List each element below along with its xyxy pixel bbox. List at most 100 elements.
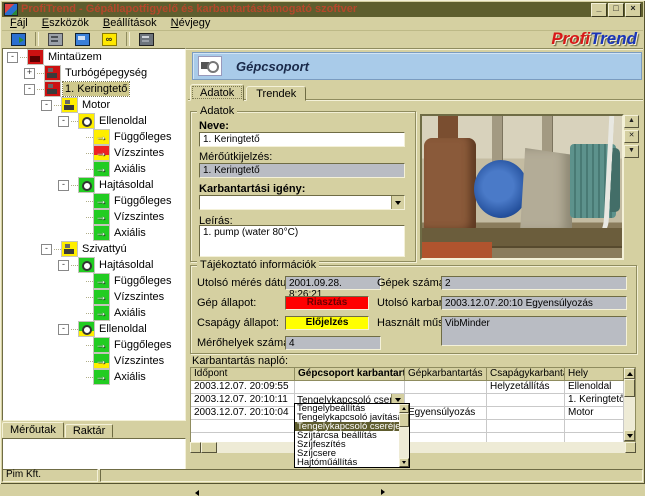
tree-node-axi-lis[interactable]: Axiális <box>3 161 185 177</box>
photo-image-button[interactable]: ✕ <box>624 130 639 143</box>
photo-down-button[interactable]: ▼ <box>624 145 639 158</box>
toolbar-exit-button[interactable] <box>7 31 29 47</box>
vertical-scroll-thumb[interactable] <box>624 379 635 397</box>
expand-icon[interactable]: + <box>24 68 35 79</box>
scroll-down-icon[interactable] <box>624 430 635 441</box>
menu-item-fájl[interactable]: Fájl <box>4 17 34 30</box>
scroll-up-icon[interactable] <box>399 404 409 413</box>
scroll-left-icon[interactable] <box>190 442 201 453</box>
horizontal-scroll-thumb[interactable] <box>201 442 217 453</box>
log-cell[interactable]: Egyensúlyozás <box>405 407 487 420</box>
log-cell[interactable]: Ellenoldal <box>565 381 624 394</box>
maximize-button[interactable]: □ <box>608 3 624 17</box>
close-button[interactable]: × <box>625 3 641 17</box>
collapse-icon[interactable]: - <box>24 84 35 95</box>
info-label: Csapágy állapot: <box>197 317 279 329</box>
log-cell[interactable]: 1. Keringtető <box>565 394 624 407</box>
dropdown-option[interactable]: Szíjtárcsa beállítás <box>295 431 399 440</box>
toolbar-instrument-button[interactable] <box>44 31 66 47</box>
tree-node-v-zszintes[interactable]: Vízszintes <box>3 289 185 305</box>
photo-up-button[interactable]: ▲ <box>624 115 639 128</box>
tree-node-turb-g-pegys-g[interactable]: +Turbógépegység <box>3 65 185 81</box>
log-cell[interactable] <box>405 381 487 394</box>
machine-tree[interactable]: -Mintaüzem+Turbógépegység-1. Keringtető-… <box>2 48 186 421</box>
maintenance-need-dropdown-icon[interactable] <box>391 196 404 209</box>
tab-trendek[interactable]: Trendek <box>246 86 306 101</box>
dropdown-option[interactable]: Szíjcsere <box>295 449 399 458</box>
toolbar-inspection-button[interactable]: ∞ <box>98 31 120 47</box>
tab-mérőutak[interactable]: Mérőutak <box>2 422 64 438</box>
log-row[interactable]: 2003.12.07. 20:10:11Tengelykapcsoló cser… <box>191 394 635 407</box>
table-horizontal-scrollbar[interactable] <box>190 442 636 453</box>
tab-adatok[interactable]: Adatok <box>190 84 244 101</box>
toolbar-calculator-button[interactable] <box>135 31 157 47</box>
tree-node-1-keringtet-[interactable]: -1. Keringtető <box>3 81 185 97</box>
tree-node-axi-lis[interactable]: Axiális <box>3 225 185 241</box>
collapse-icon[interactable]: - <box>7 52 18 63</box>
table-vertical-scrollbar[interactable] <box>624 368 635 441</box>
name-input[interactable] <box>199 132 405 147</box>
tree-node-v-zszintes[interactable]: Vízszintes <box>3 353 185 369</box>
tree-connector <box>71 329 78 330</box>
log-cell[interactable] <box>295 381 405 394</box>
scroll-down-icon[interactable] <box>399 458 409 467</box>
log-row[interactable]: 2003.12.07. 20:10:04 Egyensúlyozás Motor <box>191 407 635 420</box>
tree-node-hajt-soldal[interactable]: - Hajtásoldal <box>3 257 185 273</box>
scroll-up-icon[interactable] <box>624 368 635 379</box>
log-cell[interactable]: 2003.12.07. 20:09:55 <box>191 381 295 394</box>
description-textarea[interactable]: 1. pump (water 80°C) <box>199 225 405 257</box>
tree-connector <box>54 249 61 250</box>
dropdown-option[interactable]: Hajtóműállítás <box>295 458 399 467</box>
dropdown-option[interactable]: Tengelykapcsoló cseréje <box>295 422 399 431</box>
collapse-icon[interactable]: - <box>58 116 69 127</box>
maintenance-need-combo[interactable] <box>199 195 405 210</box>
tree-node-f-gg-leges[interactable]: Függőleges <box>3 337 185 353</box>
tree-node-f-gg-leges[interactable]: Függőleges <box>3 129 185 145</box>
tree-node-axi-lis[interactable]: Axiális <box>3 369 185 385</box>
tree-node-label: Vízszintes <box>112 146 166 160</box>
tree-node-motor[interactable]: -Motor <box>3 97 185 113</box>
tree-node-minta-zem[interactable]: -Mintaüzem <box>3 49 185 65</box>
dropdown-scrollbar[interactable] <box>399 404 409 467</box>
tree-node-f-gg-leges[interactable]: Függőleges <box>3 273 185 289</box>
tree-node-v-zszintes[interactable]: Vízszintes <box>3 145 185 161</box>
collapse-icon[interactable]: - <box>41 244 52 255</box>
collapse-icon[interactable]: - <box>58 180 69 191</box>
photo-background-pipe <box>542 116 552 156</box>
scroll-right-icon[interactable] <box>625 442 636 453</box>
toolbar-database-button[interactable] <box>71 31 93 47</box>
collapse-icon[interactable]: - <box>58 260 69 271</box>
log-cell[interactable] <box>487 394 565 407</box>
log-cell[interactable]: 2003.12.07. 20:10:04 <box>191 407 295 420</box>
tree-node-f-gg-leges[interactable]: Függőleges <box>3 193 185 209</box>
tree-node-v-zszintes[interactable]: Vízszintes <box>3 209 185 225</box>
menu-item-eszközök[interactable]: Eszközök <box>36 17 95 30</box>
tree-node-ellenoldal[interactable]: -Ellenoldal <box>3 321 185 337</box>
measurement-route-list[interactable] <box>2 438 186 470</box>
collapse-icon[interactable]: - <box>41 100 52 111</box>
tree-node-szivatty-[interactable]: -Szivattyú <box>3 241 185 257</box>
dropdown-option[interactable]: Tengelybeállítás <box>295 404 399 413</box>
dropdown-option[interactable]: Szíjfeszítés <box>295 440 399 449</box>
dropdown-scroll-thumb[interactable] <box>399 413 409 427</box>
log-cell[interactable]: Motor <box>565 407 624 420</box>
tree-connector <box>20 57 27 58</box>
tab-raktár[interactable]: Raktár <box>65 424 113 438</box>
tree-node-label: Axiális <box>112 162 148 176</box>
empty-row[interactable] <box>191 420 635 433</box>
collapse-icon[interactable]: - <box>58 324 69 335</box>
minimize-button[interactable]: _ <box>591 3 607 17</box>
menu-item-beállítások[interactable]: Beállítások <box>97 17 163 30</box>
log-cell[interactable] <box>487 407 565 420</box>
dropdown-option[interactable]: Tengelykapcsoló javítása <box>295 413 399 422</box>
log-row[interactable]: 2003.12.07. 20:09:55 HelyzetállításElleno… <box>191 381 635 394</box>
tree-node-axi-lis[interactable]: Axiális <box>3 305 185 321</box>
log-cell[interactable]: Helyzetállítás <box>487 381 565 394</box>
menu-item-névjegy[interactable]: Névjegy <box>165 17 217 30</box>
tree-node-label: Hajtásoldal <box>97 258 155 272</box>
tree-node-ellenoldal[interactable]: -Ellenoldal <box>3 113 185 129</box>
log-cell[interactable] <box>405 394 487 407</box>
photo-button-column: ▲ ✕ ▼ <box>624 115 638 160</box>
tree-node-hajt-soldal[interactable]: -Hajtásoldal <box>3 177 185 193</box>
log-cell[interactable]: 2003.12.07. 20:10:11 <box>191 394 295 407</box>
